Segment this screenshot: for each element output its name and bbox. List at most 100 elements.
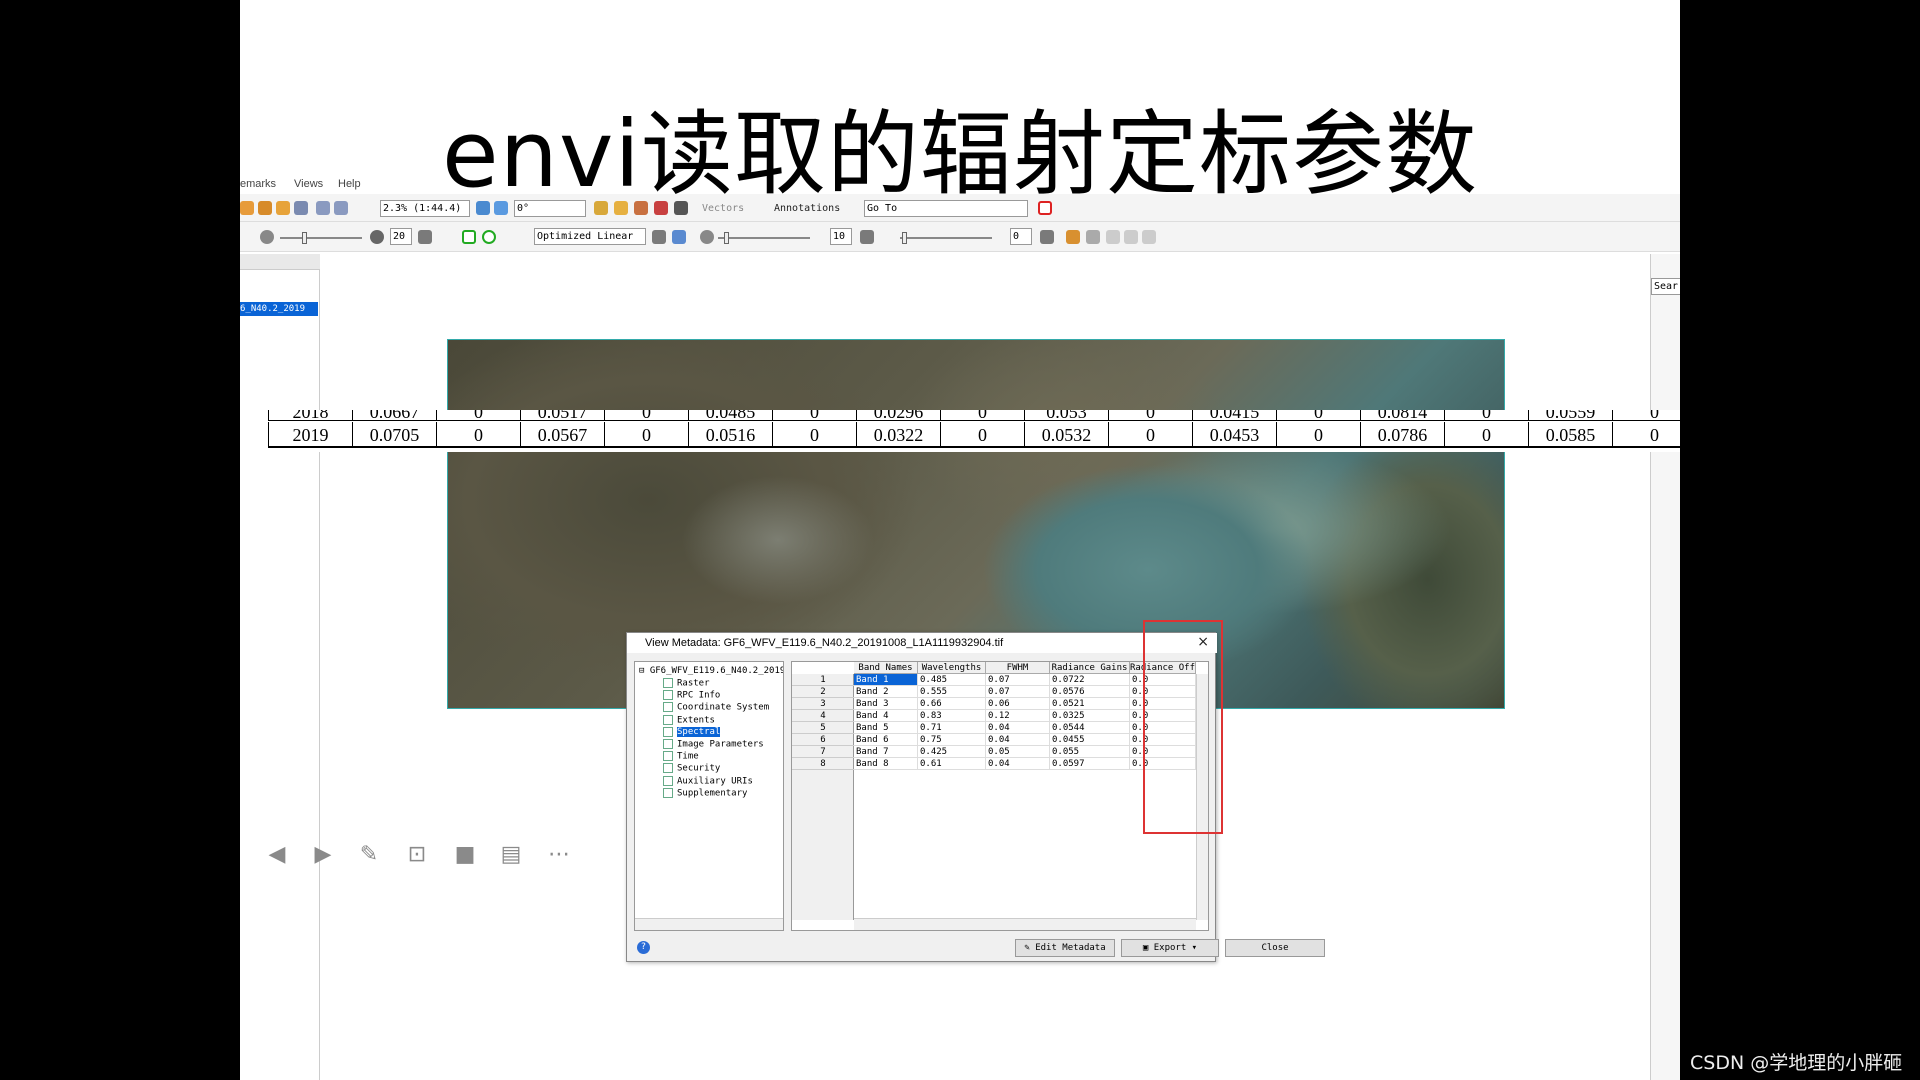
table-row-2019: 2019 0.0705 0 0.0567 0 0.0516 0 0.0322 0 0.0532 0 0… <box>268 422 1680 448</box>
focus-icon[interactable]: ⊡ <box>404 842 430 868</box>
checkmark-icon <box>663 763 673 774</box>
histogram-icon[interactable] <box>672 230 686 244</box>
grid-cell[interactable]: Band 2 <box>854 686 918 698</box>
grid-cell[interactable]: 0.04 <box>986 758 1050 770</box>
tree-node[interactable]: Raster <box>663 678 710 689</box>
grid-cell[interactable]: 0.555 <box>918 686 986 698</box>
grid-cell[interactable]: 0.0597 <box>1050 758 1130 770</box>
grid-cell[interactable]: 0.0521 <box>1050 698 1130 710</box>
stretch-select[interactable]: Optimized Linear <box>534 228 646 245</box>
grid-cell[interactable]: 0.75 <box>918 734 986 746</box>
grid-cell[interactable]: 0.06 <box>986 698 1050 710</box>
horizontal-scrollbar[interactable] <box>854 918 1196 930</box>
transparency-field[interactable]: 10 <box>830 228 852 245</box>
tree-root[interactable]: ⊟ GF6_WFV_E119.6_N40.2_20191 <box>639 666 783 676</box>
grid-cell[interactable]: 0.425 <box>918 746 986 758</box>
row-number: 2 <box>792 686 854 698</box>
edit-metadata-button[interactable]: ✎ Edit Metadata <box>1015 939 1115 957</box>
close-button[interactable]: Close <box>1225 939 1325 957</box>
grid-cell[interactable]: 0.0544 <box>1050 722 1130 734</box>
grid-cell[interactable]: Band 3 <box>854 698 918 710</box>
rotate-slider[interactable] <box>900 237 992 239</box>
grid-cell[interactable]: Band 5 <box>854 722 918 734</box>
grid-cell[interactable]: 0.04 <box>986 734 1050 746</box>
column-header[interactable]: Wavelengths <box>918 662 986 674</box>
sharpen-field[interactable]: 20 <box>390 228 412 245</box>
view3-icon[interactable] <box>1142 230 1156 244</box>
grid-cell[interactable]: 0.66 <box>918 698 986 710</box>
grid-cell[interactable]: 0.0722 <box>1050 674 1130 686</box>
roi-circle-icon[interactable] <box>482 230 496 244</box>
table-2018-cell: 0 <box>1276 410 1360 420</box>
prev-icon[interactable]: ◀ <box>264 842 290 868</box>
tree-node[interactable]: RPC Info <box>663 690 720 701</box>
tree-node[interactable]: Spectral <box>663 726 721 738</box>
tree-node[interactable]: Auxiliary URIs <box>663 775 753 786</box>
table-2018-cell: 0.0517 <box>520 410 604 420</box>
grid-cell[interactable]: Band 6 <box>854 734 918 746</box>
brightness-icon[interactable] <box>260 230 274 244</box>
transparency-icon[interactable] <box>700 230 714 244</box>
tree-node[interactable]: Coordinate System <box>663 702 769 713</box>
grid-cell[interactable]: 0.05 <box>986 746 1050 758</box>
grid-cell[interactable]: Band 7 <box>854 746 918 758</box>
grid-cell[interactable]: 0.055 <box>1050 746 1130 758</box>
contrast-icon[interactable] <box>370 230 384 244</box>
camera-icon[interactable]: ■ <box>452 842 478 868</box>
rotate-knob[interactable] <box>902 232 907 244</box>
transparency-knob[interactable] <box>724 232 729 244</box>
help-icon[interactable]: ? <box>637 941 650 954</box>
grid-cell[interactable]: 0.0455 <box>1050 734 1130 746</box>
table-2019-cell: 0 <box>1108 422 1192 448</box>
view1-icon[interactable] <box>1106 230 1120 244</box>
grid-cell[interactable]: 0.83 <box>918 710 986 722</box>
export-label: Export <box>1153 943 1187 953</box>
grid-cell[interactable]: 0.12 <box>986 710 1050 722</box>
transparency-slider[interactable] <box>718 237 810 239</box>
grid-cell[interactable]: 0.0325 <box>1050 710 1130 722</box>
view2-icon[interactable] <box>1124 230 1138 244</box>
export-button[interactable]: ▣ Export ▾ <box>1121 939 1219 957</box>
brightness-knob[interactable] <box>302 232 307 244</box>
table-2019-cell: 0 <box>1444 422 1528 448</box>
column-header[interactable]: Radiance Gains <box>1050 662 1130 674</box>
grid-cell[interactable]: Band 8 <box>854 758 918 770</box>
tree-node[interactable]: Image Parameters <box>663 739 764 750</box>
column-header[interactable]: Band Names <box>854 662 918 674</box>
grid-cell[interactable]: 0.0576 <box>1050 686 1130 698</box>
grid-cell[interactable]: 0.04 <box>986 722 1050 734</box>
tree-node-label: Raster <box>677 678 710 689</box>
more-icon[interactable]: ⋯ <box>546 842 572 868</box>
rotate-field[interactable]: 0 <box>1010 228 1032 245</box>
rotate-refresh-icon[interactable] <box>1040 230 1054 244</box>
layout-icon[interactable] <box>1086 230 1100 244</box>
brightness-slider[interactable] <box>280 237 362 239</box>
tree-node[interactable]: Time <box>663 751 699 762</box>
grid-cell[interactable]: Band 1 <box>854 674 918 686</box>
grid-cell[interactable]: 0.485 <box>918 674 986 686</box>
grid-cell[interactable]: 0.07 <box>986 674 1050 686</box>
checkmark-icon <box>663 739 673 749</box>
stretch-refresh-icon[interactable] <box>652 230 666 244</box>
table-2019-cell: 0 <box>1276 422 1360 448</box>
checkmark-icon <box>663 775 673 786</box>
column-header[interactable]: FWHM <box>986 662 1050 674</box>
roi-icon[interactable] <box>462 230 476 244</box>
tree-scrollbar[interactable] <box>635 918 783 930</box>
tree-node[interactable]: Security <box>663 763 720 774</box>
pen-icon[interactable]: ✎ <box>356 842 382 868</box>
toolbox-search[interactable]: Sear <box>1651 278 1680 295</box>
tree-node[interactable]: Extents <box>663 714 715 725</box>
grid-cell[interactable]: 0.61 <box>918 758 986 770</box>
comment-icon[interactable]: ▤ <box>498 842 524 868</box>
table-2019-cell: 0 <box>772 422 856 448</box>
layer-item[interactable]: 6_N40.2_2019 <box>240 302 318 316</box>
refresh-icon[interactable] <box>418 230 432 244</box>
graph-icon[interactable] <box>1066 230 1080 244</box>
transparency-refresh-icon[interactable] <box>860 230 874 244</box>
tree-node[interactable]: Supplementary <box>663 787 747 798</box>
grid-cell[interactable]: 0.71 <box>918 722 986 734</box>
next-icon[interactable]: ▶ <box>310 842 336 868</box>
grid-cell[interactable]: 0.07 <box>986 686 1050 698</box>
grid-cell[interactable]: Band 4 <box>854 710 918 722</box>
